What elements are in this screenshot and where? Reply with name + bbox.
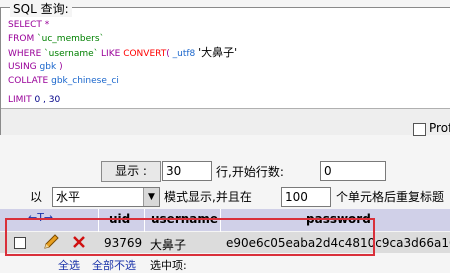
sql-keyword: WHERE <box>8 49 42 59</box>
sql-function[interactable]: CONVERT <box>123 49 166 59</box>
table-row: 93769 大鼻子 e90e6c05eaba2d4c4810c9ca3d66a1… <box>0 232 450 253</box>
repeat-label: 个单元格后重复标题 <box>336 190 445 204</box>
column-header-username[interactable]: username <box>151 212 218 226</box>
sql-paren: ( <box>166 49 170 59</box>
delete-x-icon[interactable] <box>71 234 87 253</box>
sql-line-using: USING gbk ) <box>8 60 237 74</box>
check-all-link[interactable]: 全选 <box>58 257 80 273</box>
sql-line-collate: COLLATE gbk_chinese_ci <box>8 74 237 88</box>
repeat-headers-input[interactable]: 100 <box>281 187 331 207</box>
sql-line-from: FROM `uc_members` <box>8 32 237 46</box>
row-select-checkbox[interactable] <box>14 237 26 249</box>
display-mode-value: 水平 <box>56 190 81 204</box>
cell-username: 大鼻子 <box>150 238 187 252</box>
rows-count-input[interactable]: 30 <box>162 161 212 181</box>
results-table-header: ←T→ uid username password <box>0 209 450 231</box>
uncheck-all-link[interactable]: 全部不选 <box>92 257 136 273</box>
sql-query-text: SELECT * FROM `uc_members` WHERE `userna… <box>8 18 237 107</box>
sql-line-where: WHERE `username` LIKE CONVERT( _utf8 '大鼻… <box>8 46 237 60</box>
sql-collate-value: gbk_chinese_ci <box>51 76 119 86</box>
sql-keyword: FROM <box>8 34 35 44</box>
show-button[interactable]: 显示 : <box>101 161 161 182</box>
sql-charset: _utf8 <box>172 49 196 59</box>
chevron-down-icon[interactable]: ▼ <box>143 188 159 206</box>
sql-using-value: gbk <box>39 62 57 72</box>
sql-line-select: SELECT * <box>8 18 237 32</box>
with-label: 以 <box>30 190 43 204</box>
mode-label: 模式显示,并且在 <box>164 190 252 204</box>
with-selected-label: 选中项: <box>150 259 187 272</box>
cell-uid: 93769 <box>104 236 143 250</box>
sql-line-limit: LIMIT 0 , 30 <box>8 93 237 107</box>
cell-password: e90e6c05eaba2d4c4810c9ca3d66a109 <box>226 236 450 250</box>
sql-search-value: '大鼻子' <box>198 46 238 59</box>
display-mode-select[interactable]: 水平 ▼ <box>52 187 160 207</box>
column-header-password[interactable]: password <box>306 212 371 226</box>
rows-label: 行,开始行数: <box>216 165 284 179</box>
sql-keyword: COLLATE <box>8 76 49 86</box>
column-arrows[interactable]: ←T→ <box>28 211 53 224</box>
sql-keyword: LIMIT <box>8 95 32 105</box>
edit-pencil-icon[interactable] <box>42 233 60 254</box>
sql-panel-legend: SQL 查询: <box>10 0 72 17</box>
sql-star: * <box>44 20 50 30</box>
sql-table-name[interactable]: `uc_members` <box>37 34 104 44</box>
profiling-checkbox[interactable] <box>413 123 426 136</box>
column-header-uid[interactable]: uid <box>109 212 130 226</box>
sql-limit-value: 0 , 30 <box>34 95 61 105</box>
sql-keyword: SELECT <box>8 20 42 30</box>
sql-panel-footer: Prof <box>1 108 450 136</box>
start-row-input[interactable]: 0 <box>320 161 386 181</box>
sql-paren: ) <box>59 62 63 72</box>
sql-query-panel: SQL 查询: SELECT * FROM `uc_members` WHERE… <box>0 0 450 136</box>
sql-keyword: LIKE <box>101 49 121 59</box>
sql-keyword: USING <box>8 62 37 72</box>
profiling-label: Prof <box>429 121 450 135</box>
sql-field-name: `username` <box>44 49 99 59</box>
